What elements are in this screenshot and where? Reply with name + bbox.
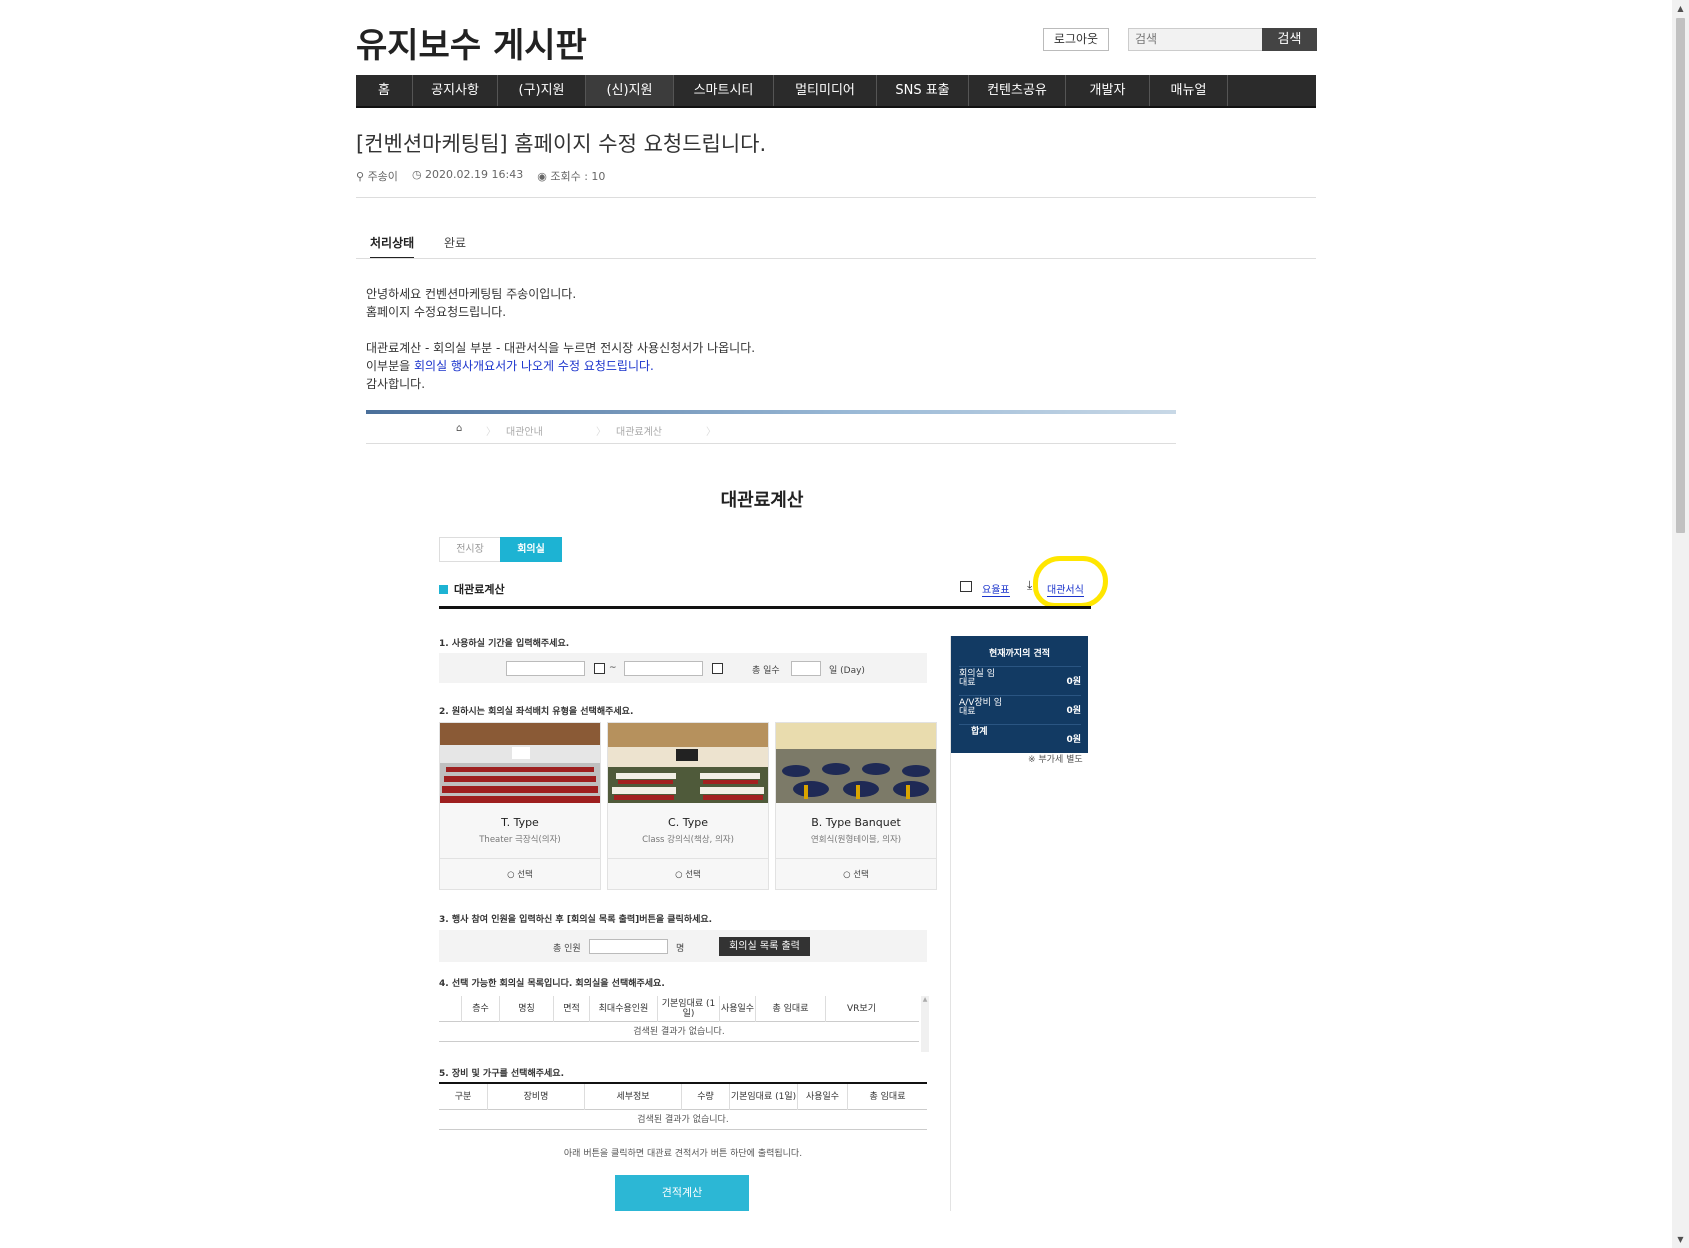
divider bbox=[356, 258, 1316, 259]
page-scrollbar[interactable]: ▲ ▼ bbox=[1672, 0, 1689, 1248]
main-nav: 홈 공지사항 (구)지원 (신)지원 스마트시티 멀티미디어 SNS 표출 컨텐… bbox=[356, 75, 1316, 108]
logout-button[interactable]: 로그아웃 bbox=[1043, 28, 1109, 51]
banquet-room-photo bbox=[776, 723, 936, 803]
equipment-table: 구분 장비명 세부정보 수량 기본임대료 (1일) 사용일수 총 임대료 검색된… bbox=[439, 1082, 927, 1130]
nav-item-manual[interactable]: 매뉴얼 bbox=[1150, 75, 1228, 106]
vat-note: ※ 부가세 별도 bbox=[1028, 755, 1083, 765]
tab-exhibition: 전시장 bbox=[439, 537, 501, 562]
table-scrollbar: ▲ bbox=[921, 996, 929, 1052]
tab-meeting-room: 회의실 bbox=[500, 537, 562, 562]
breadcrumb-item: 대관안내 bbox=[506, 427, 543, 438]
seating-card-banquet: B. Type Banquet 연회식(원형테이블, 의자) ○ 선택 bbox=[775, 722, 937, 890]
chevron-right-icon: 〉 bbox=[706, 427, 716, 438]
estimate-row: 회의실 임대료 0원 bbox=[959, 666, 1081, 695]
post-body: 안녕하세요 컨벤션마케팅팀 주송이입니다. 홈페이지 수정요청드립니다. 대관료… bbox=[366, 287, 756, 391]
breadcrumb-item: 대관료계산 bbox=[616, 427, 662, 438]
date-panel: ~ 총 일수 일 (Day) bbox=[439, 653, 927, 683]
view-count: ◉ 조회수 : 10 bbox=[537, 170, 606, 183]
yellow-highlight-circle bbox=[1033, 556, 1108, 608]
estimate-box: 현재까지의 견적 회의실 임대료 0원 A/V장비 임대료 0원 합계 0원 bbox=[951, 636, 1088, 753]
step-4-label: 4. 선택 가능한 회의실 목록입니다. 회의실을 선택해주세요. bbox=[439, 979, 665, 989]
estimate-row: A/V장비 임대료 0원 bbox=[959, 695, 1081, 724]
status-value: 완료 bbox=[444, 236, 467, 250]
seating-type-cards: T. Type Theater 극장식(의자) ○ 선택 C. Type Cla… bbox=[439, 722, 937, 890]
total-days-field bbox=[791, 661, 821, 676]
breadcrumb: ⌂ 〉 대관안내 〉 대관료계산 〉 bbox=[366, 414, 1176, 444]
start-date-field bbox=[506, 661, 585, 676]
step-5-label: 5. 장비 및 가구를 선택해주세요. bbox=[439, 1069, 564, 1079]
nav-item-notice[interactable]: 공지사항 bbox=[413, 75, 498, 106]
step-1-label: 1. 사용하실 기간을 입력해주세요. bbox=[439, 639, 570, 649]
status-label: 처리상태 bbox=[370, 234, 415, 259]
user-icon: ⚲ bbox=[356, 170, 368, 183]
search-button[interactable]: 검색 bbox=[1262, 28, 1317, 51]
clock-icon: ◷ bbox=[411, 168, 426, 181]
nav-item-smartcity[interactable]: 스마트시티 bbox=[674, 75, 774, 106]
end-date-field bbox=[624, 661, 703, 676]
external-link-icon bbox=[960, 581, 972, 592]
section-title: 대관료계산 bbox=[439, 581, 505, 597]
rates-link: 요율표 bbox=[982, 581, 1010, 597]
scroll-thumb[interactable] bbox=[1676, 18, 1685, 533]
theater-room-photo bbox=[440, 723, 600, 803]
download-icon: ⤓ bbox=[1027, 578, 1033, 592]
home-icon: ⌂ bbox=[456, 423, 463, 434]
estimate-calc-button: 견적계산 bbox=[615, 1175, 749, 1211]
total-people-field bbox=[589, 939, 668, 954]
nav-item-developer[interactable]: 개발자 bbox=[1066, 75, 1150, 106]
site-title: 유지보수 게시판 bbox=[356, 26, 587, 66]
calc-title: 대관료계산 bbox=[720, 490, 804, 511]
room-list-button: 회의실 목록 출력 bbox=[719, 937, 810, 956]
estimate-row: 합계 0원 bbox=[959, 724, 1081, 753]
divider bbox=[356, 197, 1316, 198]
scroll-up-icon[interactable]: ▲ bbox=[1672, 0, 1689, 17]
step-3-label: 3. 행사 참여 인원을 입력하신 후 [회의실 목록 출력]버튼을 클릭하세요… bbox=[439, 915, 713, 925]
calendar-icon bbox=[712, 663, 723, 674]
author: ⚲ 주송이 bbox=[356, 170, 398, 183]
seating-card-theater: T. Type Theater 극장식(의자) ○ 선택 bbox=[439, 722, 601, 890]
post-datetime: ◷ 2020.02.19 16:43 bbox=[411, 168, 524, 181]
people-panel: 총 인원 명 bbox=[439, 930, 927, 962]
chevron-right-icon: 〉 bbox=[486, 427, 496, 438]
scroll-down-icon[interactable]: ▼ bbox=[1672, 1231, 1689, 1248]
nav-item-home[interactable]: 홈 bbox=[356, 75, 413, 106]
seating-card-class: C. Type Class 강의식(책상, 의자) ○ 선택 bbox=[607, 722, 769, 890]
search-input[interactable]: 검색 bbox=[1128, 28, 1263, 51]
calc-note: 아래 버튼을 클릭하면 대관료 견적서가 버튼 하단에 출력됩니다. bbox=[563, 1149, 803, 1159]
nav-item-old-support[interactable]: (구)지원 bbox=[498, 75, 586, 106]
calendar-icon bbox=[594, 663, 605, 674]
nav-item-multimedia[interactable]: 멀티미디어 bbox=[774, 75, 877, 106]
class-room-photo bbox=[608, 723, 768, 803]
post-meta: ⚲ 주송이 ◷ 2020.02.19 16:43 ◉ 조회수 : 10 bbox=[356, 168, 605, 184]
step-2-label: 2. 원하시는 회의실 좌석배치 유형을 선택해주세요. bbox=[439, 707, 634, 717]
room-table: 층수 명칭 면적 최대수용인원 기본임대료 (1일) 사용일수 총 임대료 VR… bbox=[439, 995, 919, 1042]
nav-item-new-support[interactable]: (신)지원 bbox=[586, 75, 674, 106]
chevron-right-icon: 〉 bbox=[596, 427, 606, 438]
post-title: [컨벤션마케팅팀] 홈페이지 수정 요청드립니다. bbox=[356, 132, 767, 156]
nav-item-contents[interactable]: 컨텐츠공유 bbox=[969, 75, 1066, 106]
nav-item-sns[interactable]: SNS 표출 bbox=[877, 75, 969, 106]
divider bbox=[439, 606, 1091, 609]
eye-icon: ◉ bbox=[537, 170, 551, 183]
